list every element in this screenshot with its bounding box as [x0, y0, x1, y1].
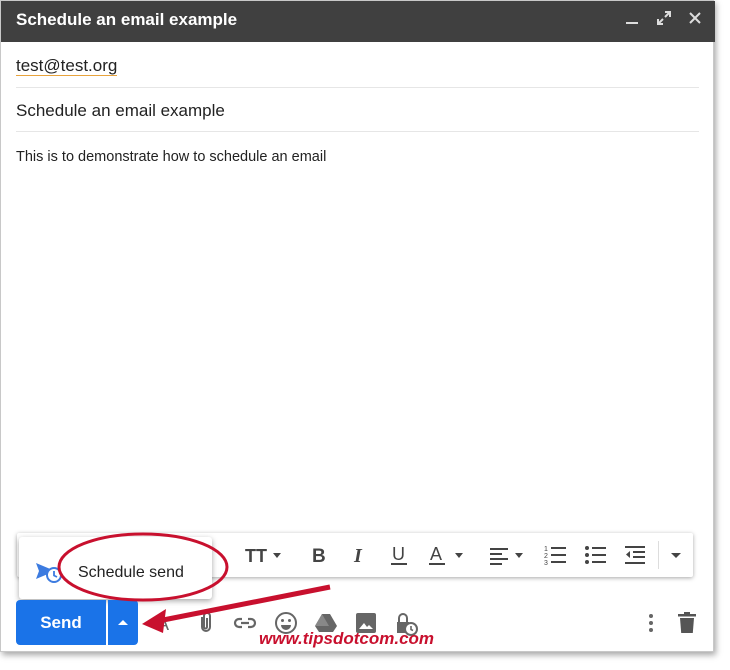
message-body[interactable]: This is to demonstrate how to schedule a… — [16, 149, 326, 165]
divider — [16, 131, 699, 132]
compose-window: Schedule an email example test@test.org … — [0, 0, 715, 652]
watermark: www.tipsdotcom.com — [259, 629, 435, 648]
svg-text:A: A — [430, 544, 442, 564]
schedule-send-item[interactable]: Schedule send — [78, 564, 184, 582]
recipient-address[interactable]: test@test.org — [16, 56, 118, 76]
svg-text:2: 2 — [544, 553, 548, 560]
divider — [16, 87, 699, 88]
svg-text:3: 3 — [544, 560, 548, 567]
toolbar-divider — [658, 541, 659, 569]
bold-icon[interactable]: B — [310, 543, 330, 567]
formatting-icon[interactable]: A — [154, 611, 178, 640]
minimize-icon[interactable] — [622, 11, 642, 31]
attach-icon[interactable] — [194, 611, 218, 640]
italic-icon[interactable]: I — [351, 543, 371, 567]
svg-text:TT: TT — [245, 546, 267, 566]
indent-less-icon[interactable] — [624, 543, 648, 567]
numbered-list-icon[interactable]: 123 — [544, 543, 568, 567]
schedule-send-menu: Schedule send — [19, 537, 212, 599]
expand-icon[interactable] — [654, 11, 674, 31]
more-send-options-button[interactable] — [108, 600, 138, 645]
bulleted-list-icon[interactable] — [584, 543, 608, 567]
schedule-send-icon — [35, 559, 63, 588]
more-formatting-icon[interactable] — [668, 543, 684, 567]
more-options-icon[interactable] — [643, 611, 659, 640]
compose-titlebar[interactable]: Schedule an email example — [1, 1, 715, 42]
subject-field[interactable]: Schedule an email example — [16, 101, 225, 121]
svg-text:A: A — [157, 614, 169, 634]
svg-text:I: I — [353, 545, 363, 567]
underline-icon[interactable]: U — [389, 543, 411, 567]
compose-title: Schedule an email example — [16, 10, 238, 29]
text-color-icon[interactable]: A — [429, 543, 469, 567]
svg-text:U: U — [392, 544, 405, 564]
svg-text:1: 1 — [544, 546, 548, 553]
caret-up-icon — [118, 620, 128, 625]
link-icon[interactable] — [233, 611, 257, 640]
delete-icon[interactable] — [676, 611, 698, 640]
align-icon[interactable] — [489, 543, 529, 567]
to-field[interactable]: test@test.org — [16, 56, 118, 76]
close-icon[interactable] — [685, 11, 705, 31]
send-button[interactable]: Send — [16, 600, 106, 645]
svg-text:B: B — [312, 546, 326, 567]
text-size-icon[interactable]: TT — [245, 543, 285, 567]
